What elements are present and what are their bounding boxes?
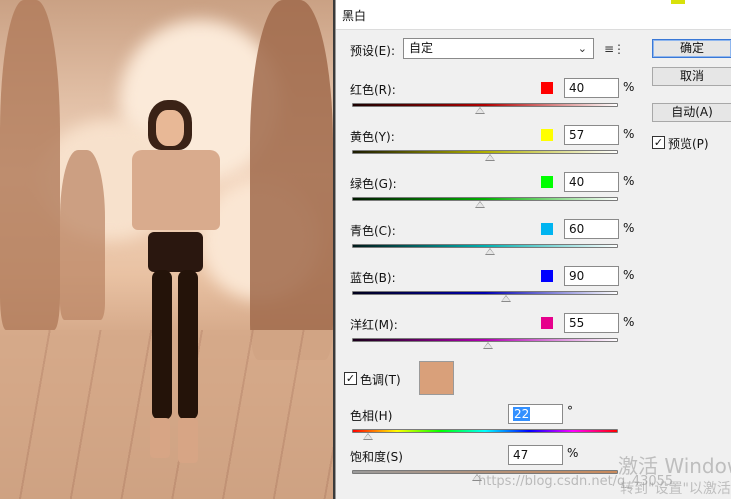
preset-options-icon[interactable]: ≡⋮: [604, 42, 625, 56]
slider-thumb[interactable]: [474, 107, 485, 114]
slider-value: 40: [569, 81, 585, 95]
slider-label: 洋红(M):: [350, 318, 398, 332]
preview-label: 预览(P): [668, 137, 709, 151]
color-swatch: [541, 317, 553, 329]
slider-thumb[interactable]: [501, 295, 512, 302]
check-icon: ✓: [345, 372, 356, 385]
slider-value-input[interactable]: 60: [564, 219, 619, 239]
slider-thumb[interactable]: [485, 154, 496, 161]
hue-input[interactable]: 22: [508, 404, 563, 424]
hue-value: 22: [513, 407, 531, 421]
slider-value-input[interactable]: 40: [564, 78, 619, 98]
slider-label: 绿色(G):: [350, 177, 397, 191]
slider-label: 黄色(Y):: [350, 130, 395, 144]
percent-sign: %: [623, 268, 635, 282]
dialog-title: 黑白: [342, 9, 367, 23]
color-swatch: [541, 82, 553, 94]
percent-sign: %: [623, 174, 635, 188]
tint-checkbox[interactable]: ✓: [344, 372, 357, 385]
saturation-input[interactable]: 47: [508, 445, 563, 465]
slider-value-input[interactable]: 90: [564, 266, 619, 286]
preview-photo: [0, 0, 333, 499]
chevron-down-icon: ⌄: [577, 42, 587, 55]
slider-thumb[interactable]: [474, 201, 485, 208]
hue-label: 色相(H): [350, 409, 393, 423]
slider-value: 60: [569, 222, 585, 236]
slider-value: 90: [569, 269, 585, 283]
preset-value: 自定: [409, 41, 434, 55]
color-swatch: [541, 176, 553, 188]
hue-slider-track[interactable]: [352, 429, 618, 433]
black-white-dialog: 黑白 预设(E): 自定 ⌄ ≡⋮ 确定 取消 自动(A) ✓ 预览(P) 红色…: [335, 0, 731, 499]
saturation-unit: %: [567, 446, 579, 460]
percent-sign: %: [623, 221, 635, 235]
ok-button[interactable]: 确定: [652, 39, 731, 58]
percent-sign: %: [623, 127, 635, 141]
saturation-value: 47: [513, 448, 529, 462]
slider-label: 青色(C):: [350, 224, 396, 238]
auto-button[interactable]: 自动(A): [652, 103, 731, 122]
tint-label: 色调(T): [360, 373, 401, 387]
tint-color-swatch[interactable]: [419, 361, 454, 395]
windows-activation-watermark: 激活 Windows: [618, 454, 731, 478]
slider-thumb[interactable]: [485, 248, 496, 255]
dialog-titlebar[interactable]: 黑白: [336, 0, 731, 30]
slider-value: 55: [569, 316, 585, 330]
slider-value: 40: [569, 175, 585, 189]
slider-value-input[interactable]: 55: [564, 313, 619, 333]
slider-label: 蓝色(B):: [350, 271, 396, 285]
slider-label: 红色(R):: [350, 83, 396, 97]
titlebar-accent: [671, 0, 685, 4]
saturation-label: 饱和度(S): [350, 450, 403, 464]
slider-value-input[interactable]: 57: [564, 125, 619, 145]
check-icon: ✓: [653, 136, 664, 149]
color-swatch: [541, 223, 553, 235]
color-swatch: [541, 270, 553, 282]
slider-thumb[interactable]: [482, 342, 493, 349]
slider-track[interactable]: [352, 197, 618, 201]
hue-unit: °: [567, 404, 573, 418]
percent-sign: %: [623, 315, 635, 329]
slider-track[interactable]: [352, 291, 618, 295]
slider-track[interactable]: [352, 103, 618, 107]
color-swatch: [541, 129, 553, 141]
slider-value: 57: [569, 128, 585, 142]
preset-label: 预设(E):: [350, 44, 395, 58]
preview-checkbox[interactable]: ✓: [652, 136, 665, 149]
hue-slider-thumb[interactable]: [362, 433, 373, 440]
preset-select[interactable]: 自定 ⌄: [403, 38, 594, 59]
cancel-button[interactable]: 取消: [652, 67, 731, 86]
slider-value-input[interactable]: 40: [564, 172, 619, 192]
percent-sign: %: [623, 80, 635, 94]
windows-activation-hint: 转到"设置"以激活: [620, 481, 731, 497]
